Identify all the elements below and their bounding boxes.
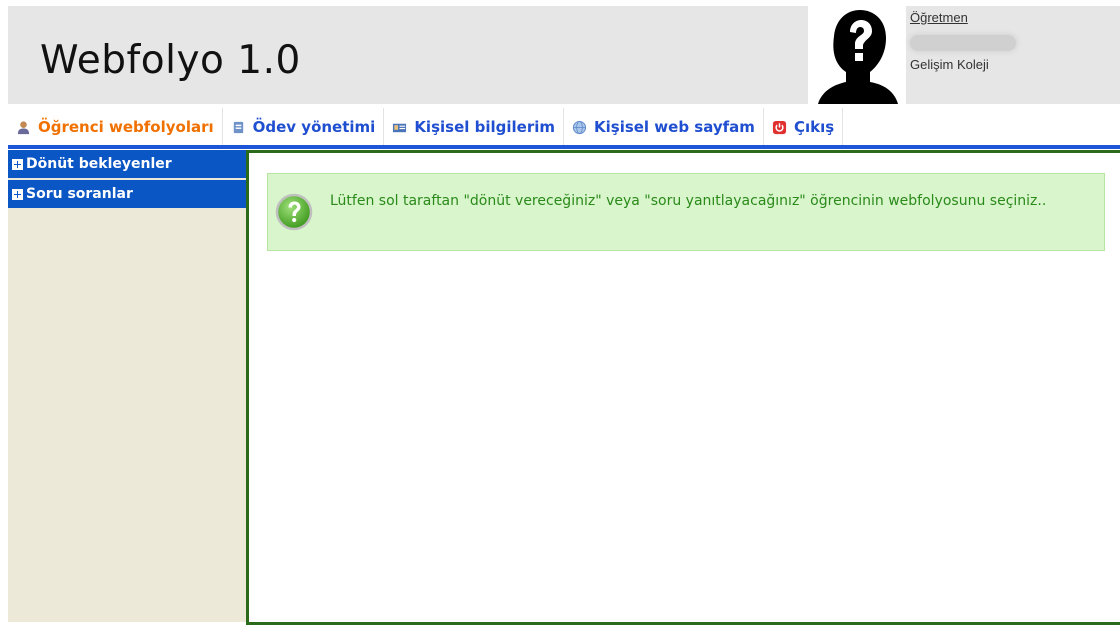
avatar bbox=[808, 6, 906, 104]
nav-divider-bar bbox=[8, 145, 1120, 149]
info-notice: Lütfen sol taraftan "dönüt vereceğiniz" … bbox=[267, 173, 1105, 251]
sidebar-item-donut-bekleyenler[interactable]: Dönüt bekleyenler bbox=[8, 150, 246, 180]
plus-icon bbox=[12, 188, 23, 200]
user-info: Öğretmen Gelişim Koleji bbox=[910, 10, 1110, 72]
tab-label: Öğrenci webfolyoları bbox=[38, 118, 214, 136]
power-icon bbox=[772, 120, 786, 134]
tab-label: Kişisel bilgilerim bbox=[414, 118, 555, 136]
sidebar-item-label: Soru soranlar bbox=[26, 186, 133, 202]
notice-text: Lütfen sol taraftan "dönüt vereceğiniz" … bbox=[330, 193, 1047, 209]
tab-label: Kişisel web sayfam bbox=[594, 118, 755, 136]
user-role-link[interactable]: Öğretmen bbox=[910, 10, 1110, 25]
homework-icon bbox=[233, 121, 243, 133]
sidebar-item-soru-soranlar[interactable]: Soru soranlar bbox=[8, 180, 246, 210]
sidebar-item-label: Dönüt bekleyenler bbox=[26, 156, 172, 172]
main-nav: Öğrenci webfolyoları Ödev yönetimi Kişis… bbox=[8, 108, 844, 146]
id-card-icon bbox=[393, 123, 407, 132]
sidebar: Dönüt bekleyenler Soru soranlar bbox=[8, 150, 246, 622]
tab-odev-yonetimi[interactable]: Ödev yönetimi bbox=[222, 108, 385, 146]
tab-kisisel-bilgilerim[interactable]: Kişisel bilgilerim bbox=[384, 108, 564, 146]
tab-kisisel-web-sayfam[interactable]: Kişisel web sayfam bbox=[564, 108, 764, 146]
tab-ogrenci-webfolyolari[interactable]: Öğrenci webfolyoları bbox=[8, 108, 223, 146]
tab-cikis[interactable]: Çıkış bbox=[763, 108, 844, 146]
redacted-user-name bbox=[910, 35, 1016, 51]
app-title: Webfolyo 1.0 bbox=[40, 38, 301, 83]
question-icon bbox=[275, 193, 313, 231]
main-content: Lütfen sol taraftan "dönüt vereceğiniz" … bbox=[246, 150, 1120, 625]
page-header: Webfolyo 1.0 Öğretmen Gelişim Koleji bbox=[8, 6, 1120, 104]
globe-icon bbox=[572, 120, 587, 134]
user-school: Gelişim Koleji bbox=[910, 57, 989, 72]
tab-label: Ödev yönetimi bbox=[252, 118, 376, 136]
tab-label: Çıkış bbox=[793, 118, 835, 136]
unknown-user-icon bbox=[808, 6, 906, 104]
plus-icon bbox=[12, 158, 23, 170]
student-icon bbox=[17, 120, 30, 134]
